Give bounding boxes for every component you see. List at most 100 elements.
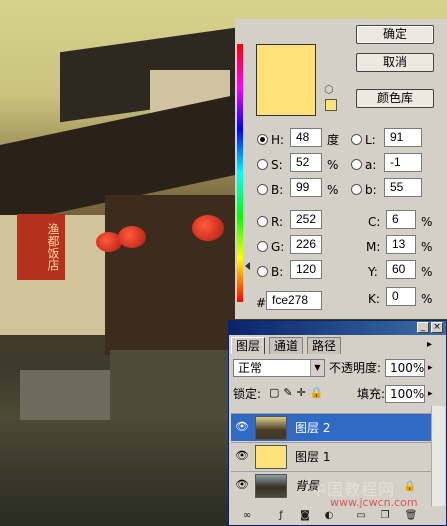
hue-label: H: — [271, 133, 285, 147]
new-group-icon[interactable]: ▭ — [354, 510, 368, 522]
lab-b-label: b: — [365, 183, 377, 197]
green-label: G: — [271, 240, 285, 254]
eye-icon[interactable]: 👁 — [234, 479, 250, 491]
red-label: R: — [271, 215, 284, 229]
layer-thumbnail — [255, 416, 287, 440]
blue-field[interactable]: 120 — [290, 260, 322, 279]
lab-a-label: a: — [365, 158, 377, 172]
red-field[interactable]: 252 — [290, 210, 322, 229]
layer-row[interactable]: 👁 图层 1 — [231, 442, 444, 470]
eye-icon[interactable]: 👁 — [234, 450, 250, 462]
lock-all-icon[interactable]: 🔒 — [310, 386, 328, 399]
saturation-field[interactable]: 52 — [290, 153, 322, 172]
trash-icon[interactable]: 🗑 — [404, 510, 418, 522]
yellow-unit: % — [421, 265, 433, 279]
green-field[interactable]: 226 — [290, 235, 322, 254]
layer-style-icon[interactable]: ƒ — [274, 510, 288, 522]
hex-field[interactable]: fce278 — [266, 291, 322, 310]
lab-l-label: L: — [365, 133, 376, 147]
red-lantern — [192, 215, 224, 241]
red-lantern — [118, 226, 146, 248]
new-color-swatch — [256, 44, 316, 116]
cube-icon[interactable]: ⬡ — [324, 84, 336, 96]
layers-scrollbar[interactable] — [431, 406, 445, 506]
stone-wall — [110, 350, 230, 430]
cyan-label: C: — [368, 215, 381, 229]
canal-water — [0, 420, 240, 526]
lock-transparency-icon[interactable]: ▢ — [269, 386, 283, 399]
lock-icons-group: ▢✎✛🔒 — [269, 386, 328, 399]
shop-sign: 渔都饭店 — [17, 214, 65, 280]
adjustment-layer-icon[interactable]: ◐ — [322, 510, 336, 522]
blue-label: B: — [271, 265, 284, 279]
hue-unit: 度 — [327, 133, 340, 147]
ok-button[interactable]: 确定 — [356, 25, 434, 44]
magenta-label: M: — [366, 240, 381, 254]
blend-mode-select[interactable]: 正常 ▼ — [233, 359, 325, 377]
tab-paths[interactable]: 路径 — [307, 337, 342, 354]
fill-label: 填充: — [357, 387, 386, 401]
opacity-slider-icon[interactable]: ▸ — [428, 363, 433, 373]
hex-label: # — [256, 296, 267, 310]
black-label: K: — [368, 292, 380, 306]
blend-mode-value: 正常 — [238, 361, 263, 375]
lab-b-radio[interactable] — [351, 184, 362, 195]
brightness-label: B: — [271, 183, 284, 197]
cancel-button[interactable]: 取消 — [356, 53, 434, 72]
saturation-unit: % — [327, 158, 339, 172]
yellow-label: Y: — [368, 265, 378, 279]
layer-row[interactable]: 👁 图层 2 — [231, 413, 444, 441]
layer-name[interactable]: 图层 2 — [295, 421, 330, 435]
cyan-unit: % — [421, 215, 433, 229]
cyan-field[interactable]: 6 — [386, 210, 416, 229]
yellow-field[interactable]: 60 — [386, 260, 416, 279]
brightness-radio[interactable] — [257, 184, 268, 195]
minimize-icon[interactable]: _ — [417, 322, 429, 333]
watermark-url: www.jcwcn.com — [330, 496, 418, 509]
green-radio[interactable] — [257, 241, 268, 252]
palette-menu-icon[interactable]: ▸ — [427, 339, 432, 350]
hue-slider-handle[interactable] — [245, 262, 250, 270]
lock-position-icon[interactable]: ✛ — [297, 386, 310, 399]
black-field[interactable]: 0 — [386, 287, 416, 306]
saturation-radio[interactable] — [257, 159, 268, 170]
lab-a-radio[interactable] — [351, 159, 362, 170]
lock-icon: 🔒 — [403, 481, 416, 492]
layer-name[interactable]: 图层 1 — [295, 450, 330, 464]
red-radio[interactable] — [257, 216, 268, 227]
lock-image-icon[interactable]: ✎ — [283, 386, 296, 399]
palette-title-bar[interactable] — [229, 321, 446, 335]
chevron-down-icon: ▼ — [310, 360, 324, 376]
blue-radio[interactable] — [257, 266, 268, 277]
hue-field[interactable]: 48 — [290, 128, 322, 147]
opacity-field[interactable]: 100% — [385, 359, 425, 377]
fill-slider-icon[interactable]: ▸ — [428, 389, 433, 399]
magenta-unit: % — [421, 240, 433, 254]
lab-l-radio[interactable] — [351, 134, 362, 145]
hue-radio[interactable] — [257, 134, 268, 145]
tab-layers[interactable]: 图层 — [231, 337, 266, 354]
opacity-label: 不透明度: — [329, 361, 382, 375]
eye-icon[interactable]: 👁 — [234, 421, 250, 433]
lab-b-field[interactable]: 55 — [384, 178, 422, 197]
lock-label: 锁定: — [233, 387, 262, 401]
color-libraries-button[interactable]: 颜色库 — [356, 89, 434, 108]
web-safe-color-swatch[interactable] — [325, 99, 337, 111]
brightness-unit: % — [327, 183, 339, 197]
fill-field[interactable]: 100% — [385, 385, 425, 403]
layer-thumbnail — [255, 474, 287, 498]
close-icon[interactable]: × — [431, 322, 443, 333]
hue-slider[interactable] — [237, 44, 243, 302]
new-layer-icon[interactable]: ❐ — [378, 510, 392, 522]
add-mask-icon[interactable]: ◙ — [298, 510, 312, 522]
link-icon[interactable]: ∞ — [240, 510, 254, 522]
magenta-field[interactable]: 13 — [386, 235, 416, 254]
layer-thumbnail — [255, 445, 287, 469]
saturation-label: S: — [271, 158, 283, 172]
lab-l-field[interactable]: 91 — [384, 128, 422, 147]
black-unit: % — [421, 292, 433, 306]
shop-sign-text: 渔都饭店 — [46, 223, 60, 271]
tab-channels[interactable]: 通道 — [269, 337, 304, 354]
brightness-field[interactable]: 99 — [290, 178, 322, 197]
lab-a-field[interactable]: -1 — [384, 153, 422, 172]
